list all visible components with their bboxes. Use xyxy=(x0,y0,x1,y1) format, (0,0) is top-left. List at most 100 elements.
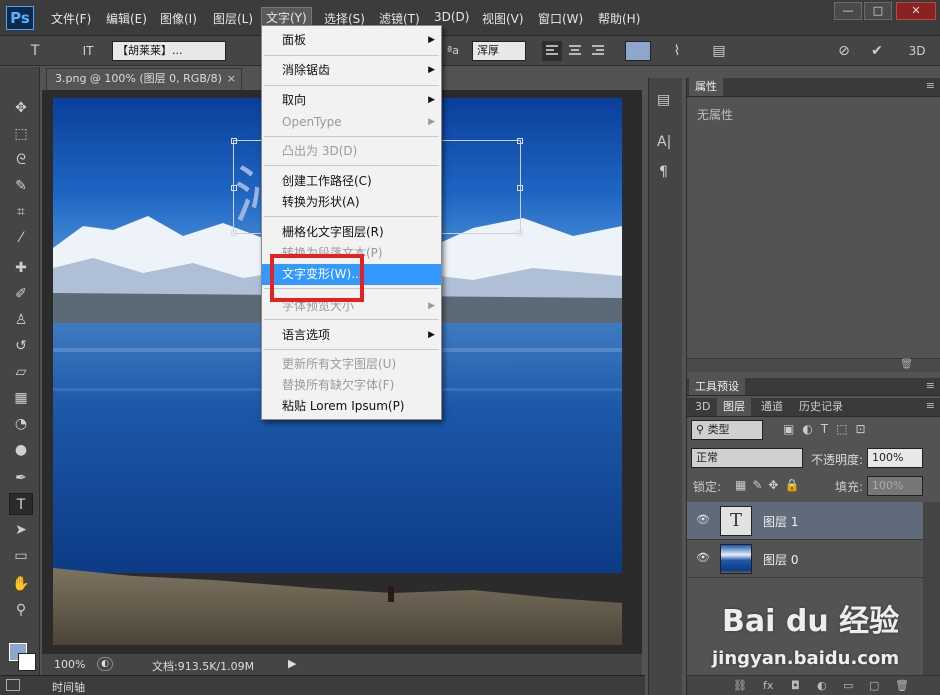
new-layer-icon[interactable]: ▢ xyxy=(869,679,879,692)
hand-tool-icon[interactable]: ✋ xyxy=(9,573,33,595)
tab-channels[interactable]: 通道 xyxy=(755,398,789,416)
pen-tool-icon[interactable]: ✒ xyxy=(9,467,33,489)
quick-select-tool-icon[interactable]: ✎ xyxy=(9,175,33,197)
stamp-tool-icon[interactable]: ♙ xyxy=(9,309,33,331)
minimize-button[interactable]: — xyxy=(834,2,862,20)
menu-item-opentype: OpenType ▶ xyxy=(262,112,441,133)
tab-layers[interactable]: 图层 xyxy=(717,398,751,416)
menu-help[interactable]: 帮助(H) xyxy=(598,10,640,27)
paragraph-panel-icon[interactable]: ¶ xyxy=(659,164,668,180)
brush-tool-icon[interactable]: ✐ xyxy=(9,283,33,305)
menu-item-orientation[interactable]: 取向 ▶ xyxy=(262,90,441,111)
fill-input[interactable]: 100% xyxy=(867,476,923,496)
menu-view[interactable]: 视图(V) xyxy=(482,10,524,27)
layer-row[interactable]: 👁 T 图层 1 xyxy=(687,502,923,540)
link-layers-icon[interactable]: ⛓ xyxy=(733,679,747,692)
move-tool-icon[interactable]: ✥ xyxy=(9,97,33,119)
menu-item-create-work-path[interactable]: 创建工作路径(C) xyxy=(262,171,441,192)
character-panel-icon[interactable]: A| xyxy=(657,134,671,150)
group-icon[interactable]: ▭ xyxy=(843,679,853,692)
panel-menu-icon[interactable]: ≡ xyxy=(926,79,935,92)
menu-item-convert-to-shape[interactable]: 转换为形状(A) xyxy=(262,192,441,213)
menu-edit[interactable]: 编辑(E) xyxy=(106,10,147,27)
timeline-icon[interactable] xyxy=(6,679,20,691)
adjustment-icon[interactable]: ◐ xyxy=(817,679,827,692)
history-brush-tool-icon[interactable]: ↺ xyxy=(9,335,33,357)
type-tool-icon[interactable]: T xyxy=(22,41,48,61)
tab-history[interactable]: 历史记录 xyxy=(793,398,849,416)
shape-tool-icon[interactable]: ▭ xyxy=(9,545,33,567)
text-color-swatch[interactable] xyxy=(625,41,651,61)
submenu-arrow-icon: ▶ xyxy=(428,35,435,45)
layer-name[interactable]: 图层 0 xyxy=(763,551,798,568)
align-icons[interactable] xyxy=(542,41,608,61)
maximize-button[interactable]: □ xyxy=(864,2,892,20)
transform-handle[interactable] xyxy=(517,138,523,144)
healing-tool-icon[interactable]: ✚ xyxy=(9,257,33,279)
path-select-tool-icon[interactable]: ➤ xyxy=(9,519,33,541)
close-window-button[interactable]: ✕ xyxy=(896,2,936,20)
search-icon: ⚲ xyxy=(696,423,708,436)
trash-icon[interactable]: 🗑 xyxy=(900,359,913,370)
history-panel-icon[interactable]: ▤ xyxy=(657,92,670,108)
opacity-input[interactable]: 100% xyxy=(867,448,923,468)
eraser-tool-icon[interactable]: ▱ xyxy=(9,361,33,383)
layer-filter-icons[interactable]: ▣◐T⬚⊡ xyxy=(783,422,874,436)
zoom-level[interactable]: 100% xyxy=(54,658,85,671)
document-tab[interactable]: 3.png @ 100% (图层 0, RGB/8) × xyxy=(46,68,242,90)
visibility-eye-icon[interactable]: 👁 xyxy=(696,513,710,526)
panel-menu-icon[interactable]: ≡ xyxy=(926,379,935,392)
3d-mode-icon[interactable]: 3D xyxy=(905,41,929,61)
close-tab-icon[interactable]: × xyxy=(227,69,236,89)
panel-menu-icon[interactable]: ≡ xyxy=(926,399,935,412)
crop-tool-icon[interactable]: ⌗ xyxy=(9,201,33,223)
menu-window[interactable]: 窗口(W) xyxy=(538,10,583,27)
dodge-tool-icon[interactable]: ● xyxy=(9,439,33,461)
tab-properties[interactable]: 属性 xyxy=(689,78,723,96)
mask-icon[interactable]: ◘ xyxy=(791,679,800,692)
timeline-label[interactable]: 时间轴 xyxy=(52,679,85,695)
marquee-tool-icon[interactable]: ⬚ xyxy=(9,123,33,145)
status-options-icon[interactable]: ◐ xyxy=(97,657,113,671)
font-family-select[interactable]: 【胡莱莱】... xyxy=(112,41,226,61)
layer-row[interactable]: 👁 图层 0 xyxy=(687,540,923,578)
menu-item-paste-lorem-ipsum[interactable]: 粘贴 Lorem Ipsum(P) xyxy=(262,396,441,417)
menu-item-label: 语言选项 xyxy=(282,328,331,342)
delete-layer-icon[interactable]: 🗑 xyxy=(895,679,909,692)
background-color-swatch[interactable] xyxy=(18,653,36,671)
blend-mode-select[interactable]: 正常 xyxy=(691,448,803,468)
layers-scrollbar[interactable] xyxy=(923,502,940,678)
menu-item-label: 消除锯齿 xyxy=(282,63,331,77)
warp-text-icon[interactable]: ⌇ xyxy=(666,41,688,61)
fx-icon[interactable]: fx xyxy=(763,679,773,692)
visibility-eye-icon[interactable]: 👁 xyxy=(696,551,710,564)
menu-item-antialias[interactable]: 消除锯齿 ▶ xyxy=(262,60,441,81)
cancel-edit-icon[interactable]: ⊘ xyxy=(833,41,855,61)
blur-tool-icon[interactable]: ◔ xyxy=(9,413,33,435)
eyedropper-tool-icon[interactable]: ⁄ xyxy=(9,227,33,249)
lasso-tool-icon[interactable]: ᘓ xyxy=(9,149,33,171)
panels-toggle-icon[interactable]: ▤ xyxy=(708,41,730,61)
menu-image[interactable]: 图像(I) xyxy=(160,10,197,27)
lock-icons[interactable]: ▦✎✥🔒 xyxy=(735,478,805,492)
submenu-arrow-icon: ▶ xyxy=(428,330,435,340)
zoom-tool-icon[interactable]: ⚲ xyxy=(9,599,33,621)
menu-file[interactable]: 文件(F) xyxy=(51,10,91,27)
antialias-select[interactable]: 浑厚 xyxy=(472,41,526,61)
transform-handle[interactable] xyxy=(231,138,237,144)
menu-3d[interactable]: 3D(D) xyxy=(434,10,469,24)
menu-layer[interactable]: 图层(L) xyxy=(213,10,253,27)
tab-tool-presets[interactable]: 工具预设 xyxy=(689,378,745,395)
status-menu-arrow-icon[interactable]: ▶ xyxy=(288,657,296,670)
tab-3d[interactable]: 3D xyxy=(689,398,716,416)
text-orientation-icon[interactable]: IT xyxy=(74,41,102,61)
layer-name[interactable]: 图层 1 xyxy=(763,513,798,530)
type-tool-icon[interactable]: T xyxy=(9,493,33,515)
menu-item-rasterize-type-layer[interactable]: 栅格化文字图层(R) xyxy=(262,222,441,243)
layer-filter-select[interactable]: ⚲ 类型 xyxy=(691,420,763,440)
menu-item-panels[interactable]: 面板 ▶ xyxy=(262,30,441,51)
gradient-tool-icon[interactable]: ▦ xyxy=(9,387,33,409)
menu-item-label: 转换为形状(A) xyxy=(282,195,360,209)
menu-item-language-options[interactable]: 语言选项 ▶ xyxy=(262,325,441,346)
commit-edit-icon[interactable]: ✔ xyxy=(866,41,888,61)
